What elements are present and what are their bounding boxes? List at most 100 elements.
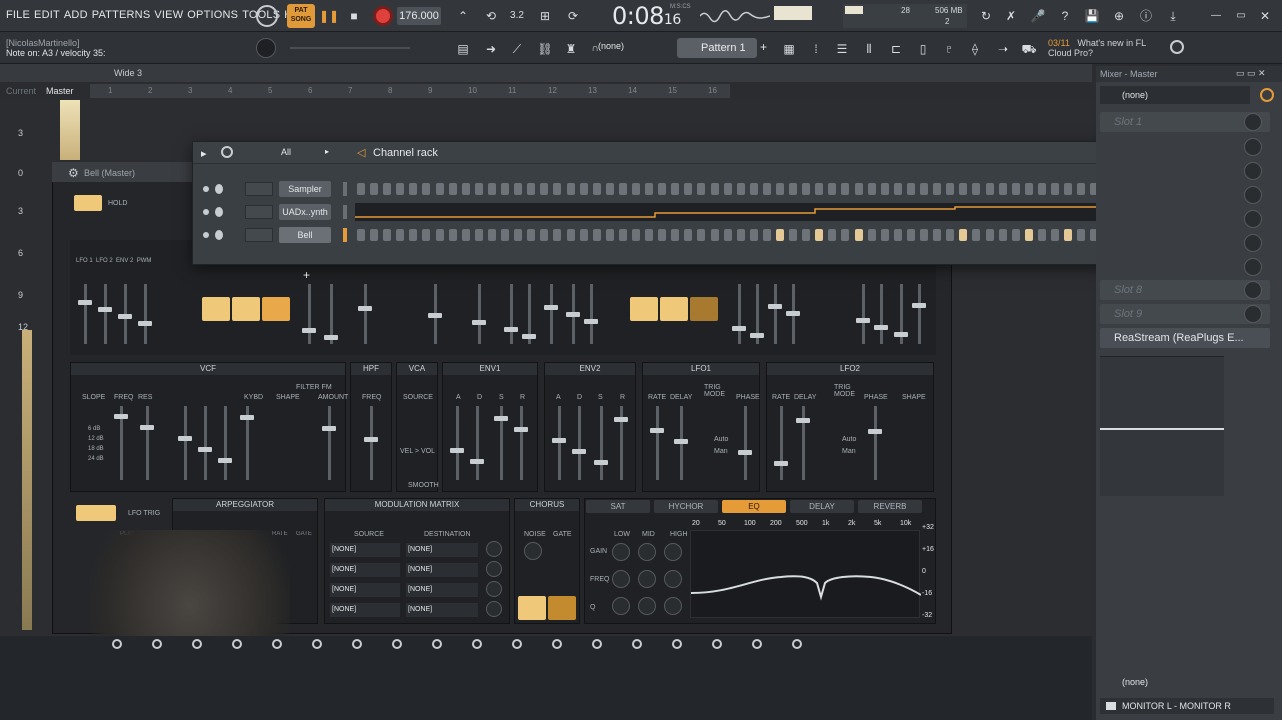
step-button[interactable] [435,183,444,195]
pad-5[interactable] [660,297,688,321]
timeline-marker-icon[interactable] [352,639,362,649]
step-button[interactable] [893,229,902,241]
step-button[interactable] [527,229,536,241]
timeline-marker-icon[interactable] [752,639,762,649]
step-button[interactable] [540,183,549,195]
eq-knob[interactable] [664,543,682,561]
send-hychor[interactable]: HYCHOR [654,500,718,513]
step-button[interactable] [802,183,811,195]
loop-icon[interactable]: ⟲ [480,5,502,27]
slot-mix-knob[interactable] [1244,210,1262,228]
pad-6[interactable] [690,297,718,321]
lfo-trig-pad[interactable] [76,505,116,521]
channel-select[interactable] [343,182,347,196]
step-button[interactable] [540,229,549,241]
fader-cap[interactable] [584,319,598,324]
timeline-marker-icon[interactable] [152,639,162,649]
expand-icon[interactable]: ▸ [201,147,207,160]
fader-cap[interactable] [544,305,558,310]
mod-destination-select[interactable]: [NONE] [406,603,478,617]
step-button[interactable] [645,183,654,195]
step-button[interactable] [487,229,496,241]
close-icon[interactable]: ✕ [1254,5,1276,27]
step-button[interactable] [920,229,929,241]
fader-cap[interactable] [140,425,154,430]
step-button[interactable] [762,229,771,241]
fader-cap[interactable] [78,300,92,305]
step-button[interactable] [802,229,811,241]
timeline-marker-icon[interactable] [512,639,522,649]
swing-icon[interactable] [221,146,233,158]
timeline-marker-icon[interactable] [112,639,122,649]
step-button[interactable] [972,229,981,241]
fader-cap[interactable] [674,439,688,444]
snap-icon[interactable]: ⌃ [452,5,474,27]
reastream-slot[interactable]: ReaStream (ReaPlugs E... [1100,328,1270,348]
step-button[interactable] [998,183,1007,195]
step-button[interactable] [815,229,824,241]
fader-cap[interactable] [324,335,338,340]
mute-led[interactable] [203,232,209,238]
fader-cap[interactable] [138,321,152,326]
timeline-marker-icon[interactable] [312,639,322,649]
step-button[interactable] [946,229,955,241]
menu-options[interactable]: OPTIONS [187,9,238,21]
tuning-icon[interactable]: ⟠ [964,38,986,60]
timeline-marker-icon[interactable] [392,639,402,649]
step-button[interactable] [383,183,392,195]
timeline-marker-icon[interactable] [672,639,682,649]
chorus-pad-2[interactable] [548,596,576,620]
master-pitch-slider[interactable] [290,47,410,49]
slope-option[interactable]: 12 dB [88,436,104,442]
timeline-marker-icon[interactable] [432,639,442,649]
mute-led[interactable] [203,186,209,192]
fader-cap[interactable] [572,449,586,454]
timeline-marker-icon[interactable] [632,639,642,649]
refresh-icon[interactable]: ↻ [975,5,997,27]
slot-mix-knob[interactable] [1244,138,1262,156]
fader-cap[interactable] [494,416,508,421]
eq-knob[interactable] [612,543,630,561]
fader-cap[interactable] [522,334,536,339]
add-channel-button[interactable]: + [303,268,310,282]
fader-cap[interactable] [594,460,608,465]
step-button[interactable] [736,229,745,241]
step-button[interactable] [998,229,1007,241]
fader-cap[interactable] [786,311,800,316]
mod-source-select[interactable]: [NONE] [330,603,400,617]
send-eq[interactable]: EQ [722,500,786,513]
news-panel[interactable]: 03/11 What's new in FL Cloud Pro? [1048,38,1146,58]
minimize-icon[interactable]: — [1205,5,1227,27]
step-button[interactable] [933,229,942,241]
fader-cap[interactable] [114,414,128,419]
step-button[interactable] [789,183,798,195]
step-button[interactable] [985,229,994,241]
step-button[interactable] [854,229,863,241]
step-button[interactable] [501,183,510,195]
channel-select[interactable] [343,205,347,219]
step-button[interactable] [959,229,968,241]
mixer-sliders-icon[interactable]: ⫴ [858,38,880,60]
step-button[interactable] [658,183,667,195]
channel-target[interactable] [245,205,273,219]
step-button[interactable] [566,229,575,241]
step-button[interactable] [893,183,902,195]
cart-icon[interactable]: ⛟ [1018,38,1040,60]
brush-icon[interactable]: ⟋ [506,38,528,60]
step-button[interactable] [579,229,588,241]
browser-icon[interactable]: ⊏ [885,38,907,60]
tab-current[interactable]: Current [6,84,36,98]
mixer-clock-icon[interactable] [1260,88,1274,102]
menu-add[interactable]: ADD [64,9,88,21]
step-button[interactable] [880,229,889,241]
timeline-marker-icon[interactable] [192,639,202,649]
step-button[interactable] [461,229,470,241]
mod-source-select[interactable]: [NONE] [330,543,400,557]
step-button[interactable] [867,183,876,195]
slot-mix-knob[interactable] [1244,162,1262,180]
mixer-none-bottom[interactable]: (none) [1122,677,1148,687]
step-button[interactable] [684,229,693,241]
save-icon[interactable]: 💾 [1081,5,1103,27]
step-button[interactable] [920,183,929,195]
help-icon[interactable]: ? [1054,5,1076,27]
